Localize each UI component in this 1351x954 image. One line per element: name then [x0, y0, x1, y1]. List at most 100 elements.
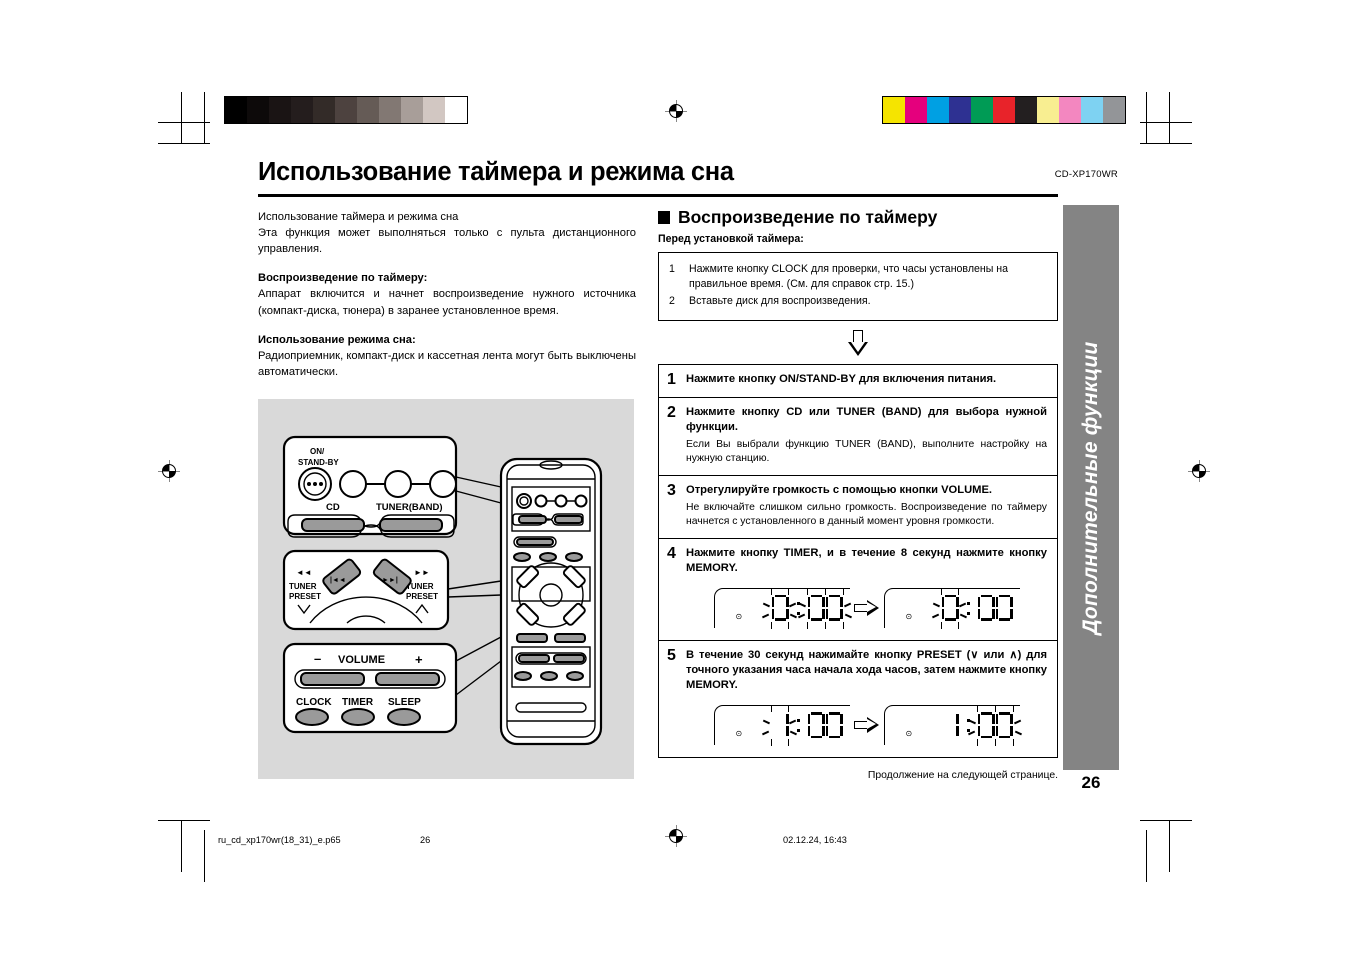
registration-mark-left	[158, 460, 180, 482]
item-number: 2	[669, 295, 675, 308]
lcd-minute-group	[802, 712, 849, 739]
crop-mark-line	[181, 92, 182, 144]
lcd-digit	[941, 594, 959, 621]
footer-filename: ru_cd_xp170wr(18_31)_e.p65	[218, 835, 341, 845]
color-swatch	[335, 97, 357, 123]
lcd-colon	[966, 595, 971, 621]
crop-mark-line	[158, 143, 210, 144]
section-body-timer-play: Аппарат включится и начнет воспроизведен…	[258, 288, 636, 317]
color-swatch	[313, 97, 335, 123]
item-text: Нажмите кнопку CLOCK для проверки, что ч…	[689, 263, 1009, 291]
step-heading: Нажмите кнопку TIMER, и в течение 8 секу…	[686, 546, 1047, 574]
blink-indicator-tick	[770, 705, 773, 713]
svg-text:TUNER: TUNER	[289, 582, 317, 591]
svg-text:+: +	[415, 652, 423, 667]
svg-text:STAND-BY: STAND-BY	[298, 458, 339, 467]
crop-mark-line	[204, 92, 205, 144]
svg-text:PRESET: PRESET	[289, 592, 321, 601]
color-swatch	[1015, 97, 1037, 123]
blink-indicator-tick	[976, 705, 979, 713]
lcd-digit-group	[761, 587, 852, 629]
color-swatch	[993, 97, 1015, 123]
svg-text:SLEEP: SLEEP	[388, 697, 421, 708]
page-title: Использование таймера и режима сна	[258, 158, 734, 186]
section-header: Воспроизведение по таймеру	[658, 208, 1058, 227]
step-number: 2	[667, 403, 676, 421]
lcd-hour-group	[936, 712, 965, 738]
svg-text:►►|: ►►|	[382, 577, 398, 584]
crop-mark-line	[158, 122, 210, 123]
step-3: 3 Отрегулируйте громкость с помощью кноп…	[659, 476, 1057, 539]
list-item: 1 Нажмите кнопку CLOCK для проверки, что…	[669, 262, 1047, 292]
svg-text:ON/: ON/	[310, 447, 325, 456]
blink-indicator-tick	[787, 587, 790, 595]
blink-indicator-tick	[842, 587, 845, 595]
lcd-bezel-top	[893, 705, 1020, 707]
lcd-digit	[772, 712, 789, 738]
continuation-note: Продолжение на следующей странице.	[867, 770, 1058, 782]
two-column-body: Использование таймера и режима сна Эта ф…	[258, 208, 1058, 782]
arrow-right-icon	[853, 717, 880, 734]
lcd-digit	[825, 594, 843, 621]
step-description: Если Вы выбрали функцию TUNER (BAND), вы…	[686, 439, 1047, 465]
lcd-bezel	[713, 705, 728, 746]
blink-indicator-tick	[806, 587, 809, 595]
blink-indicator-tick	[1013, 719, 1021, 725]
color-swatch	[379, 97, 401, 123]
step-heading: Нажмите кнопку ON/STAND-BY для включения…	[686, 373, 997, 386]
lcd-digit	[771, 594, 789, 621]
svg-text:|◄◄: |◄◄	[330, 577, 346, 584]
blink-indicator-tick	[958, 602, 966, 607]
color-swatch	[883, 97, 905, 123]
color-swatch	[1103, 97, 1125, 123]
color-swatch	[401, 97, 423, 123]
side-tab-label: Дополнительные функции	[1079, 341, 1102, 634]
grayscale-calibration-bar	[224, 96, 468, 124]
arrow-right-icon	[853, 599, 880, 616]
intro-body: Эта функция может выполняться только с п…	[258, 226, 636, 255]
blink-indicator-tick	[788, 602, 796, 607]
svg-text:CLOCK: CLOCK	[296, 697, 332, 708]
step-1: 1 Нажмите кнопку ON/STAND-BY для включен…	[659, 365, 1057, 398]
step-5-display-row: ⊙ ⊙	[686, 703, 1047, 747]
lcd-bezel-top	[893, 587, 1020, 590]
color-swatch	[971, 97, 993, 123]
blink-indicator-tick	[1014, 730, 1022, 736]
svg-text:►►: ►►	[414, 568, 430, 577]
blink-indicator-tick	[787, 621, 790, 629]
step-4-display-row: ⊙ ⊙	[686, 586, 1047, 630]
step-heading: В течение 30 секунд нажимайте кнопку PRE…	[686, 648, 1047, 692]
color-swatch	[949, 97, 971, 123]
lcd-digit-group	[761, 705, 849, 747]
lcd-digit	[807, 594, 825, 621]
crop-mark-line	[1169, 92, 1170, 144]
lcd-bezel-top	[723, 705, 850, 707]
lcd-hour-group	[761, 587, 797, 629]
color-swatch	[1081, 97, 1103, 123]
lcd-timer-indicator-icon: ⊙	[735, 611, 743, 621]
remote-diagram-svg: .ln { fill:none; stroke:#000; stroke-wid…	[282, 435, 603, 745]
color-swatch	[247, 97, 269, 123]
blink-indicator-tick	[770, 587, 773, 595]
step-number: 4	[667, 544, 676, 562]
arrow-down-icon	[848, 330, 868, 357]
blink-indicator-tick	[1012, 705, 1015, 713]
subheading: Перед установкой таймера:	[658, 233, 804, 245]
blink-indicator-tick	[843, 602, 851, 607]
color-swatch	[1059, 97, 1081, 123]
lcd-display-before: ⊙	[713, 703, 850, 747]
title-rule	[258, 193, 1058, 197]
lcd-bezel	[713, 587, 728, 628]
blink-indicator-tick	[994, 705, 997, 713]
lcd-timer-indicator-icon: ⊙	[735, 729, 743, 739]
svg-text:TUNER(BAND): TUNER(BAND)	[376, 502, 443, 513]
process-color-calibration-bar	[882, 96, 1126, 124]
color-swatch	[225, 97, 247, 123]
section-heading-timer-play: Воспроизведение по таймеру:	[258, 272, 428, 285]
lcd-display-after: ⊙	[883, 586, 1020, 630]
blink-indicator-tick	[787, 705, 790, 713]
intro-line: Использование таймера и режима сна	[258, 210, 459, 223]
page-content: Использование таймера и режима сна CD-XP…	[258, 158, 1118, 820]
crop-mark-line	[1140, 122, 1192, 123]
color-swatch	[1037, 97, 1059, 123]
